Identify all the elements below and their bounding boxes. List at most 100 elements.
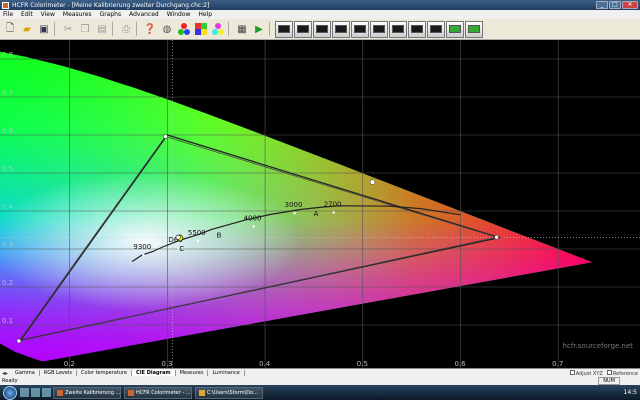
word-icon xyxy=(57,389,63,396)
tab-measures[interactable]: Measures xyxy=(176,370,209,376)
camera-icon[interactable]: ▦ xyxy=(234,21,250,37)
monitor-icon[interactable] xyxy=(351,20,369,38)
save-icon[interactable]: ▣ xyxy=(36,21,52,37)
tab-options: Adjust XYZ Reference xyxy=(569,369,638,377)
tab-luminance[interactable]: Luminance xyxy=(208,370,245,376)
maximize-icon[interactable]: □ xyxy=(609,1,621,9)
x-tick-label: 0.6 xyxy=(454,360,466,368)
quick-launch-icon[interactable] xyxy=(31,388,40,397)
start-button[interactable] xyxy=(3,385,17,400)
taskbar-item[interactable]: C:\Users\Storm\Do... xyxy=(195,386,263,399)
adjust-xyz-checkbox[interactable] xyxy=(569,369,575,375)
monitor-icon xyxy=(297,25,309,33)
menu-window[interactable]: Window xyxy=(167,11,191,18)
reference-option[interactable]: Reference xyxy=(606,369,638,377)
status-bar: Ready NUM xyxy=(0,377,640,385)
monitor-icon xyxy=(373,25,385,33)
close-icon[interactable]: ✕ xyxy=(622,1,638,9)
cie-diagram-svg: 9300D655500400030002700CBA 0.10.20.30.40… xyxy=(0,40,640,368)
tab-rgb-levels[interactable]: RGB Levels xyxy=(40,370,77,376)
menu-view[interactable]: View xyxy=(41,11,55,18)
toolbar-separator xyxy=(112,22,116,36)
rgb-primaries-icon[interactable] xyxy=(176,21,192,37)
cct-label: 5500 xyxy=(188,229,206,237)
monitor-icon[interactable] xyxy=(389,20,407,38)
color-palette-icon[interactable] xyxy=(193,21,209,37)
y-tick-label: 0.5 xyxy=(2,165,13,173)
tab-color-temperature[interactable]: Color temperature xyxy=(77,370,133,376)
x-tick-label: 0.4 xyxy=(259,360,271,368)
y-tick-label: 0.3 xyxy=(2,241,13,249)
menu-help[interactable]: Help xyxy=(198,11,212,18)
cie-diagram[interactable]: 9300D655500400030002700CBA 0.10.20.30.40… xyxy=(0,40,640,368)
toolbar-separator xyxy=(136,22,140,36)
toolbar-separator xyxy=(54,22,58,36)
num-lock-indicator: NUM xyxy=(598,377,620,385)
quick-launch-icon[interactable] xyxy=(20,388,29,397)
monitor-icon[interactable] xyxy=(427,20,445,38)
monitor-icon[interactable] xyxy=(370,20,388,38)
monitor-icon xyxy=(278,25,290,33)
color-sensor-icon[interactable]: ◍ xyxy=(159,21,175,37)
rgb-secondaries-icon xyxy=(212,23,224,35)
reference-label: Reference xyxy=(612,370,638,377)
monitor-icon xyxy=(392,25,404,33)
y-tick-label: 0.6 xyxy=(2,127,14,135)
open-folder-icon[interactable]: ▰ xyxy=(19,21,35,37)
rgb-secondaries-icon[interactable] xyxy=(210,21,226,37)
monitor-icon[interactable] xyxy=(446,20,464,38)
app-icon xyxy=(128,389,134,396)
print-icon[interactable]: ⎙ xyxy=(118,21,134,37)
illuminant-label: C xyxy=(179,245,184,253)
app-icon xyxy=(2,1,9,9)
monitor-icon[interactable] xyxy=(465,20,483,38)
monitor-icon[interactable] xyxy=(275,20,293,38)
folder-icon xyxy=(199,389,205,396)
toolbar-separator xyxy=(228,22,232,36)
cut-icon[interactable]: ✂ xyxy=(60,21,76,37)
tab-scroll-icon[interactable]: ◂▸ xyxy=(2,370,8,377)
x-tick-label: 0.7 xyxy=(552,360,563,368)
cct-label: 9300 xyxy=(133,243,151,251)
toolbar-separator xyxy=(269,22,273,36)
play-icon[interactable]: ▶ xyxy=(251,21,267,37)
adjust-xyz-option[interactable]: Adjust XYZ xyxy=(569,369,603,377)
paste-icon[interactable]: ▤ xyxy=(94,21,110,37)
minimize-icon[interactable]: _ xyxy=(596,1,608,9)
tab-gamma[interactable]: Gamma xyxy=(11,370,40,376)
x-tick-label: 0.5 xyxy=(357,360,368,368)
y-tick-label: 0.2 xyxy=(2,279,13,287)
watermark: hcfr.sourceforge.net xyxy=(563,342,634,350)
cct-label: 2700 xyxy=(324,200,342,208)
menu-edit[interactable]: Edit xyxy=(21,11,33,18)
monitor-icon[interactable] xyxy=(294,20,312,38)
monitor-icon[interactable] xyxy=(313,20,331,38)
monitor-icon xyxy=(430,25,442,33)
illuminant-label: A xyxy=(314,210,319,218)
menu-advanced[interactable]: Advanced xyxy=(129,11,159,18)
cct-point xyxy=(142,253,145,257)
monitor-icon[interactable] xyxy=(332,20,350,38)
menu-measures[interactable]: Measures xyxy=(63,11,92,18)
quick-launch-icon[interactable] xyxy=(42,388,51,397)
adjust-xyz-label: Adjust XYZ xyxy=(575,370,603,377)
new-file-icon[interactable]: 🗋 xyxy=(2,21,18,37)
reference-checkbox[interactable] xyxy=(606,369,612,375)
window-controls: _ □ ✕ xyxy=(596,1,638,9)
menu-file[interactable]: File xyxy=(3,11,13,18)
taskbar-item[interactable]: HCFR Colorimeter - ... xyxy=(124,386,192,399)
primary-point xyxy=(163,134,168,139)
title-bar: HCFR Colorimeter - [Meine Kalibrierung z… xyxy=(0,0,640,10)
tab-cie-diagram[interactable]: CIE Diagram xyxy=(132,370,176,376)
monitor-icon xyxy=(316,25,328,33)
monitor-icon[interactable] xyxy=(408,20,426,38)
taskbar-item-label: Zweite Kalibrierung ... xyxy=(65,389,121,396)
menu-bar: File Edit View Measures Graphs Advanced … xyxy=(0,10,640,19)
monitor-icon xyxy=(449,25,461,33)
toolbar: 🗋 ▰ ▣ ✂ ❐ ▤ ⎙ ❓ ◍ ▦ ▶ xyxy=(0,19,640,40)
help-icon[interactable]: ❓ xyxy=(142,21,158,37)
menu-graphs[interactable]: Graphs xyxy=(100,11,122,18)
copy-icon[interactable]: ❐ xyxy=(77,21,93,37)
taskbar-item[interactable]: Zweite Kalibrierung ... xyxy=(53,386,121,399)
measurement-point xyxy=(369,179,376,185)
